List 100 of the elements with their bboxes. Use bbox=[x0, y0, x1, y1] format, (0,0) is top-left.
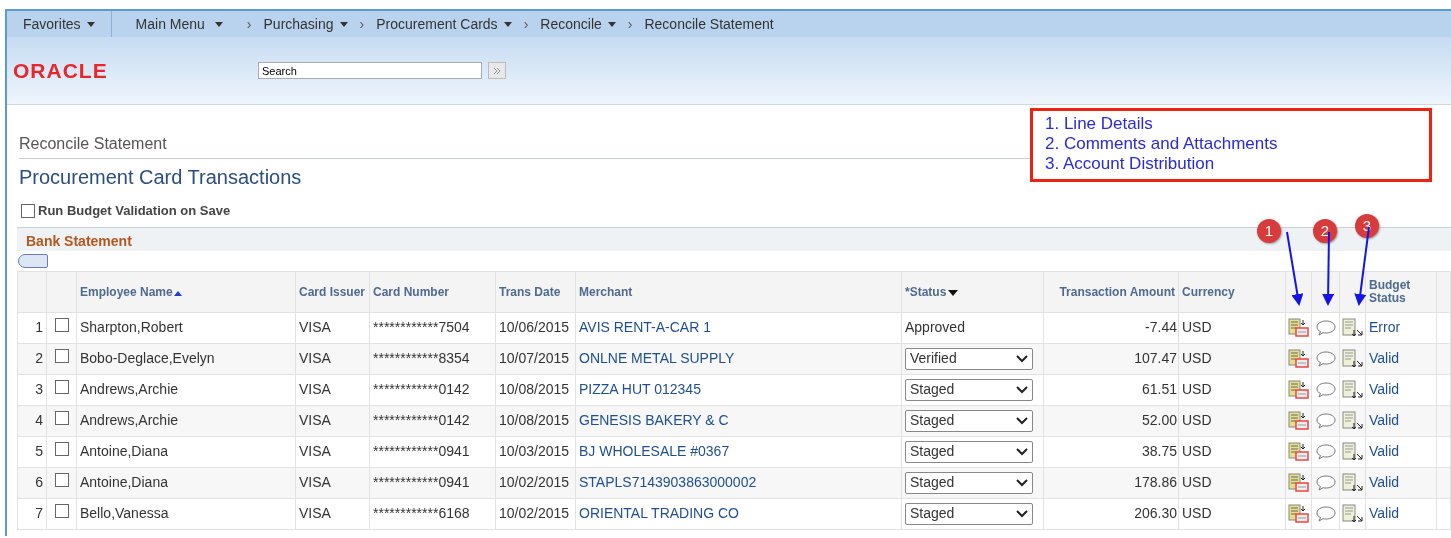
row-number: 1 bbox=[17, 312, 47, 343]
row-checkbox[interactable] bbox=[54, 411, 69, 425]
account-distribution-icon[interactable] bbox=[1341, 473, 1364, 494]
row-number: 3 bbox=[17, 374, 47, 405]
merchant-link[interactable]: PIZZA HUT 012345 bbox=[579, 381, 701, 397]
row-number: 5 bbox=[17, 436, 47, 467]
column-header[interactable]: Card Number bbox=[369, 271, 496, 312]
toggle-columns-icon[interactable] bbox=[18, 253, 48, 268]
column-header[interactable]: Trans Date bbox=[495, 271, 576, 312]
employee-name: Andrews,Archie bbox=[76, 405, 296, 436]
card-number: ************0941 bbox=[369, 436, 496, 467]
row-number: 4 bbox=[17, 405, 47, 436]
sort-icon[interactable] bbox=[948, 289, 959, 296]
column-header[interactable]: Card Issuer bbox=[295, 271, 370, 312]
breadcrumb-separator: › bbox=[246, 14, 252, 34]
card-number: ************0941 bbox=[369, 467, 496, 498]
breadcrumb-item[interactable]: Reconcile bbox=[540, 13, 616, 35]
row-number: 2 bbox=[17, 343, 47, 374]
chevron-down-icon bbox=[1016, 354, 1028, 363]
status-text: Approved bbox=[905, 319, 965, 335]
transaction-date: 10/06/2015 bbox=[495, 312, 576, 343]
employee-name: Bobo-Deglace,Evelyn bbox=[76, 343, 296, 374]
checkbox[interactable] bbox=[21, 203, 35, 218]
row-checkbox[interactable] bbox=[54, 473, 69, 487]
status-dropdown[interactable]: Staged bbox=[905, 378, 1033, 401]
account-distribution-icon[interactable] bbox=[1341, 349, 1364, 370]
main-menu[interactable]: Main Menu bbox=[135, 13, 223, 35]
chevron-down-icon bbox=[1016, 509, 1028, 518]
chevron-down-icon bbox=[1016, 385, 1028, 394]
card-issuer: VISA bbox=[295, 405, 370, 436]
comment-icon[interactable] bbox=[1314, 319, 1337, 338]
card-issuer: VISA bbox=[295, 467, 370, 498]
status-dropdown[interactable]: Staged bbox=[905, 409, 1033, 432]
card-number: ************0142 bbox=[369, 374, 496, 405]
card-issuer: VISA bbox=[295, 374, 370, 405]
currency: USD bbox=[1178, 312, 1286, 343]
breadcrumb-item[interactable]: Reconcile Statement bbox=[644, 13, 774, 35]
checkbox-label: Run Budget Validation on Save bbox=[38, 202, 231, 220]
line-details-icon[interactable] bbox=[1287, 411, 1310, 432]
row-checkbox[interactable] bbox=[54, 504, 69, 518]
comment-icon[interactable] bbox=[1314, 474, 1337, 493]
status-dropdown[interactable]: Staged bbox=[905, 471, 1033, 494]
legend-item: 3. Account Distribution bbox=[1045, 154, 1216, 174]
breadcrumb-item[interactable]: Procurement Cards bbox=[376, 13, 512, 35]
currency: USD bbox=[1178, 498, 1286, 529]
account-distribution-icon[interactable] bbox=[1341, 504, 1364, 525]
employee-name: Bello,Vanessa bbox=[76, 498, 296, 529]
transaction-amount: 52.00 bbox=[1043, 405, 1179, 436]
column-header[interactable]: Merchant bbox=[575, 271, 902, 312]
column-header[interactable]: *Status bbox=[901, 271, 1044, 312]
row-checkbox[interactable] bbox=[54, 318, 69, 332]
currency: USD bbox=[1178, 374, 1286, 405]
line-details-icon[interactable] bbox=[1287, 504, 1310, 525]
breadcrumb-item[interactable]: Purchasing bbox=[263, 13, 348, 35]
column-header[interactable]: Currency bbox=[1178, 271, 1286, 312]
breadcrumb-separator: › bbox=[627, 14, 633, 34]
chevron-down-icon bbox=[1016, 416, 1028, 425]
line-details-icon[interactable] bbox=[1287, 349, 1310, 370]
row-checkbox[interactable] bbox=[54, 442, 69, 456]
column-header[interactable]: Budget Status bbox=[1365, 271, 1437, 312]
comment-icon[interactable] bbox=[1314, 381, 1337, 400]
transaction-date: 10/08/2015 bbox=[495, 374, 576, 405]
status-dropdown[interactable]: Verified bbox=[905, 347, 1033, 370]
caret-icon bbox=[214, 21, 223, 27]
comment-icon[interactable] bbox=[1314, 350, 1337, 369]
card-number: ************6168 bbox=[369, 498, 496, 529]
logo: ORACLE bbox=[13, 57, 109, 84]
line-details-icon[interactable] bbox=[1287, 442, 1310, 463]
sort-icon[interactable] bbox=[173, 290, 182, 296]
caret-icon bbox=[86, 21, 95, 27]
card-issuer: VISA bbox=[295, 436, 370, 467]
employee-name: Sharpton,Robert bbox=[76, 312, 296, 343]
account-distribution-icon[interactable] bbox=[1341, 442, 1364, 463]
row-number: 7 bbox=[17, 498, 47, 529]
column-header[interactable]: Employee Name bbox=[76, 271, 296, 312]
row-number: 6 bbox=[17, 467, 47, 498]
double-chevron-icon bbox=[493, 66, 501, 75]
status-dropdown[interactable]: Staged bbox=[905, 502, 1033, 525]
account-distribution-icon[interactable] bbox=[1341, 411, 1364, 432]
status-dropdown[interactable]: Staged bbox=[905, 440, 1033, 463]
card-number: ************8354 bbox=[369, 343, 496, 374]
comment-icon[interactable] bbox=[1314, 443, 1337, 462]
account-distribution-icon[interactable] bbox=[1341, 318, 1364, 339]
comment-icon[interactable] bbox=[1314, 412, 1337, 431]
currency: USD bbox=[1178, 436, 1286, 467]
comment-icon[interactable] bbox=[1314, 505, 1337, 524]
column-header[interactable]: Transaction Amount bbox=[1043, 271, 1179, 312]
transaction-amount: 107.47 bbox=[1043, 343, 1179, 374]
transaction-date: 10/03/2015 bbox=[495, 436, 576, 467]
row-checkbox[interactable] bbox=[54, 349, 69, 363]
transaction-amount: 178.86 bbox=[1043, 467, 1179, 498]
row-checkbox[interactable] bbox=[54, 380, 69, 394]
account-distribution-icon[interactable] bbox=[1341, 380, 1364, 401]
employee-name: Andrews,Archie bbox=[76, 374, 296, 405]
line-details-icon[interactable] bbox=[1287, 318, 1310, 339]
currency: USD bbox=[1178, 467, 1286, 498]
search-field[interactable]: Search bbox=[258, 62, 482, 79]
line-details-icon[interactable] bbox=[1287, 380, 1310, 401]
line-details-icon[interactable] bbox=[1287, 473, 1310, 494]
breadcrumb-separator: › bbox=[523, 14, 529, 34]
